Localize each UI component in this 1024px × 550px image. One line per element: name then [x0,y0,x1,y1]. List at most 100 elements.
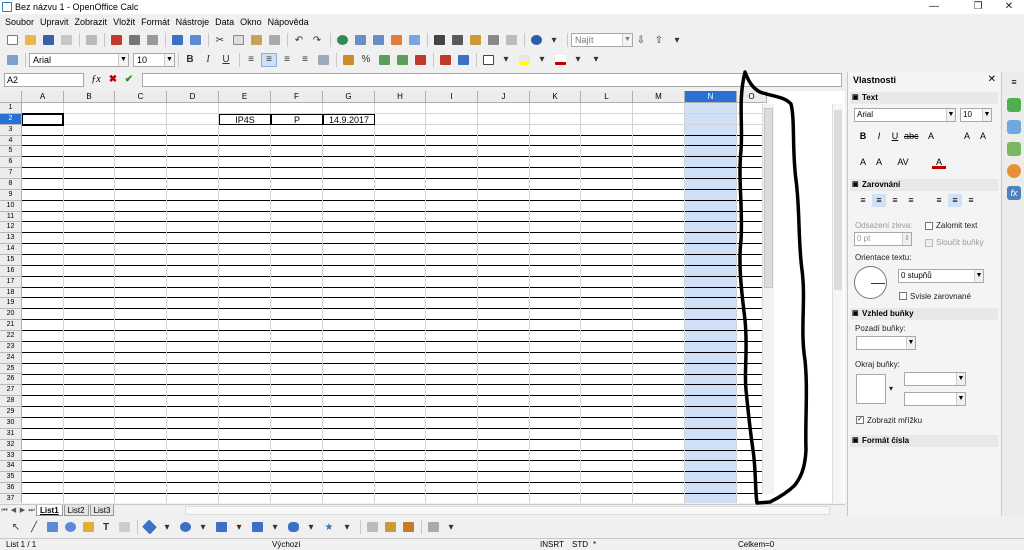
row-header-23[interactable]: 23 [0,341,22,353]
horizontal-scrollbar[interactable] [185,506,830,515]
sidebar-grow-font-icon[interactable]: A [960,130,974,143]
accept-icon[interactable]: ✔ [123,74,135,86]
autospell-icon[interactable] [187,33,203,47]
prev-sheet-icon[interactable]: ◀ [9,506,18,516]
menu-nastroje[interactable]: Nástroje [173,17,213,27]
ellipse-icon[interactable] [62,520,78,534]
column-header-l[interactable]: L [581,91,633,103]
chart-icon[interactable] [388,33,404,47]
sidebar-shadow-icon[interactable]: A [856,156,870,169]
chevron-down-icon[interactable]: ▼ [982,109,991,121]
row-header-20[interactable]: 20 [0,309,22,321]
chevron-down-icon[interactable]: ▼ [118,53,128,66]
sidebar-bold-icon[interactable]: B [856,130,870,143]
gallery-icon[interactable] [467,33,483,47]
chevron-down-icon[interactable]: ▼ [164,53,174,66]
row-header-31[interactable]: 31 [0,428,22,440]
undo-icon[interactable]: ↶ [291,33,307,47]
merge-cells-icon[interactable] [315,53,331,67]
rectangle-icon[interactable] [44,520,60,534]
row-header-24[interactable]: 24 [0,352,22,364]
border-style-select[interactable] [856,374,886,404]
points-icon[interactable] [364,520,380,534]
sidebar-justify-icon[interactable]: ≡ [904,194,918,207]
cancel-icon[interactable]: ✖ [107,74,119,86]
menu-upravit[interactable]: Upravit [37,17,72,27]
cell-g2[interactable]: 14.9.2017 [323,113,375,125]
delete-decimal-icon[interactable] [412,53,428,67]
panel-header-text[interactable]: Text [850,92,998,104]
merge-cells-checkbox[interactable] [925,239,933,247]
menu-soubor[interactable]: Soubor [2,17,37,27]
toolbar-overflow-icon[interactable]: ▾ [443,520,459,534]
row-header-14[interactable]: 14 [0,244,22,256]
properties-deck-icon[interactable] [1007,98,1021,112]
open-folder-icon[interactable] [22,33,38,47]
close-button[interactable]: ✕ [994,0,1024,14]
column-header-m[interactable]: M [633,91,685,103]
first-sheet-icon[interactable]: ⏮ [0,506,9,516]
row-header-26[interactable]: 26 [0,374,22,386]
find-input[interactable]: Najít ▼ [571,33,633,47]
row-header-9[interactable]: 9 [0,189,22,201]
row-header-36[interactable]: 36 [0,483,22,494]
menu-zobrazit[interactable]: Zobrazit [72,17,111,27]
row-header-7[interactable]: 7 [0,168,22,180]
print-icon[interactable] [126,33,142,47]
chevron-down-icon[interactable]: ▼ [974,270,983,282]
find-replace-icon[interactable] [431,33,447,47]
justify-icon[interactable]: ≡ [297,53,313,67]
cell-grid[interactable]: IP4S P 14.9.2017 [22,103,762,503]
number-format-icon[interactable] [376,53,392,67]
column-header-o[interactable]: O [737,91,767,103]
row-header-27[interactable]: 27 [0,385,22,397]
vertical-scrollbar[interactable] [762,104,774,494]
chevron-down-icon[interactable]: ▾ [195,520,211,534]
row-header-35[interactable]: 35 [0,472,22,484]
row-header-17[interactable]: 17 [0,276,22,288]
select-all-corner[interactable] [0,91,22,103]
redo-icon[interactable]: ↷ [309,33,325,47]
scroll-thumb[interactable] [834,110,842,290]
sidebar-size-select[interactable]: 10 ▼ [960,108,992,122]
row-header-30[interactable]: 30 [0,417,22,429]
align-center-icon[interactable]: ≡ [261,52,277,67]
row-header-1[interactable]: 1 [0,103,22,114]
maximize-button[interactable]: ❐ [963,0,993,14]
sidebar-italic-icon[interactable]: I [872,130,886,143]
cell-e2[interactable]: IP4S [219,113,271,125]
chevron-down-icon[interactable]: ▾ [159,520,175,534]
italic-button[interactable]: I [200,53,216,67]
paste-icon[interactable] [248,33,264,47]
edit-file-icon[interactable] [83,33,99,47]
sidebar-spacing-icon[interactable]: AV [896,156,910,169]
chevron-down-icon[interactable]: ▾ [303,520,319,534]
row-header-3[interactable]: 3 [0,124,22,136]
sidebar-menu-icon[interactable]: ≡ [1007,75,1021,89]
menu-napoveda[interactable]: Nápověda [265,17,312,27]
save-icon[interactable] [40,33,56,47]
chevron-down-icon[interactable]: ▾ [267,520,283,534]
toolbar-overflow-icon[interactable]: ▾ [588,53,604,67]
stars-icon[interactable]: ★ [321,520,337,534]
background-color-icon[interactable] [516,53,532,67]
sidebar-align-center-icon[interactable]: ≡ [872,194,886,207]
sidebar-valign-bottom-icon[interactable]: ≡ [964,194,978,207]
sort-descending-icon[interactable] [370,33,386,47]
panel-header-appearance[interactable]: Vzhled buňky [850,308,998,320]
chevron-down-icon[interactable]: ▼ [956,393,965,405]
indent-input[interactable]: 0 pt ⇕ [854,232,912,246]
percent-icon[interactable]: % [358,53,374,67]
active-cell-cursor[interactable] [22,112,64,126]
row-header-28[interactable]: 28 [0,396,22,408]
function-wizard-icon[interactable]: ƒx [90,74,102,86]
row-header-19[interactable]: 19 [0,298,22,310]
sidebar-shrink-font-icon[interactable]: A [976,130,990,143]
column-header-h[interactable]: H [375,91,426,103]
panel-header-alignment[interactable]: Zarovnání [850,179,998,191]
sidebar-font-select[interactable]: Arial ▼ [854,108,956,122]
email-icon[interactable] [58,33,74,47]
chevron-down-icon[interactable]: ▾ [231,520,247,534]
chevron-down-icon[interactable]: ▾ [534,53,550,67]
new-document-icon[interactable] [4,33,20,47]
